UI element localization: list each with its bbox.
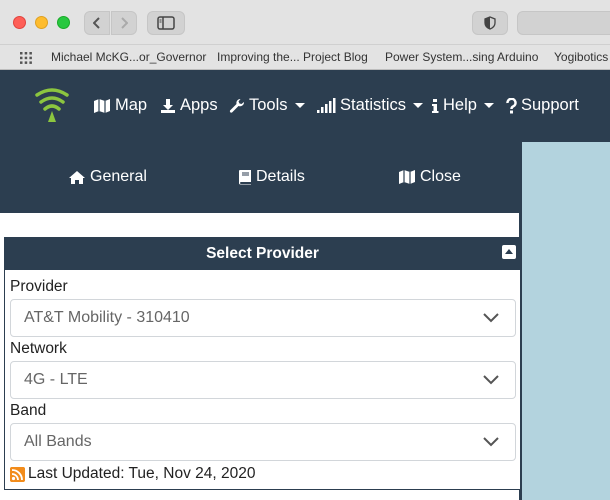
menu-help[interactable]: Help <box>431 96 494 115</box>
download-icon <box>161 98 175 113</box>
app-header: Map Apps Tools Statistics Help Support <box>0 70 610 142</box>
bookmark-link[interactable]: Michael McKG...or_Governor <box>51 50 206 64</box>
bookmarks-bar: Michael McKG...or_Governor Improving the… <box>0 44 610 70</box>
provider-value: AT&T Mobility - 310410 <box>24 309 190 326</box>
chevron-down-icon <box>483 103 494 108</box>
nav-general[interactable]: General <box>68 168 147 186</box>
last-updated: Last Updated: Tue, Nov 24, 2020 <box>10 465 256 483</box>
address-bar[interactable] <box>517 11 610 35</box>
last-updated-text: Last Updated: Tue, Nov 24, 2020 <box>28 465 256 482</box>
menu-apps-label: Apps <box>180 96 218 114</box>
browser-titlebar <box>0 0 610 44</box>
chevron-down-icon <box>483 375 499 385</box>
question-icon <box>506 97 517 113</box>
sidebar-toggle-button[interactable] <box>147 11 185 35</box>
close-window-button[interactable] <box>13 16 26 29</box>
menu-statistics[interactable]: Statistics <box>316 96 424 115</box>
provider-select[interactable]: AT&T Mobility - 310410 <box>10 299 516 337</box>
rss-icon[interactable] <box>10 466 25 482</box>
menu-map-label: Map <box>115 96 148 114</box>
home-icon <box>69 170 85 184</box>
band-label: Band <box>10 402 47 419</box>
panel-title: Select Provider <box>206 245 319 262</box>
info-icon <box>432 98 439 113</box>
chevron-right-icon <box>121 17 128 29</box>
nav-details-label: Details <box>256 168 305 185</box>
band-value: All Bands <box>24 433 92 450</box>
shield-icon <box>484 16 496 30</box>
map-icon <box>94 98 110 113</box>
network-label: Network <box>10 340 67 357</box>
network-value: 4G - LTE <box>24 371 88 388</box>
provider-label: Provider <box>10 278 68 295</box>
menu-tools[interactable]: Tools <box>229 96 305 115</box>
back-button[interactable] <box>84 11 110 35</box>
signal-bars-icon <box>317 97 336 113</box>
menu-map[interactable]: Map <box>93 96 147 115</box>
book-icon <box>239 170 251 185</box>
grid-icon[interactable] <box>19 51 33 65</box>
sidebar-icon <box>157 16 175 30</box>
nav-general-label: General <box>90 168 147 185</box>
signal-logo-icon[interactable] <box>33 86 71 126</box>
minimize-window-button[interactable] <box>35 16 48 29</box>
band-select[interactable]: All Bands <box>10 423 516 461</box>
map-view[interactable] <box>522 142 610 500</box>
details-nav: General Details Close <box>0 142 522 213</box>
menu-tools-label: Tools <box>249 96 288 114</box>
menu-support[interactable]: Support <box>506 96 579 115</box>
bookmark-link[interactable]: Improving the... Project Blog <box>217 50 368 64</box>
nav-details[interactable]: Details <box>238 168 305 186</box>
map-icon <box>399 170 415 184</box>
nav-close-label: Close <box>420 168 461 185</box>
select-provider-panel: Select Provider Provider AT&T Mobility -… <box>4 237 521 490</box>
network-select[interactable]: 4G - LTE <box>10 361 516 399</box>
menu-support-label: Support <box>521 96 579 114</box>
forward-button[interactable] <box>111 11 137 35</box>
collapse-panel-button[interactable] <box>502 245 516 259</box>
panel-header: Select Provider <box>5 238 520 270</box>
nav-close[interactable]: Close <box>398 168 461 186</box>
menu-statistics-label: Statistics <box>340 96 407 114</box>
chevron-down-icon <box>483 313 499 323</box>
bookmark-link[interactable]: Power System...sing Arduino <box>385 50 538 64</box>
wrench-icon <box>229 98 245 113</box>
chevron-left-icon <box>93 17 100 29</box>
menu-help-label: Help <box>443 96 477 114</box>
chevron-down-icon <box>483 437 499 447</box>
privacy-button[interactable] <box>472 11 508 35</box>
bookmark-link[interactable]: Yogibotics <box>554 50 608 64</box>
menu-apps[interactable]: Apps <box>160 96 218 115</box>
chevron-down-icon <box>413 103 424 108</box>
chevron-down-icon <box>294 103 305 108</box>
maximize-window-button[interactable] <box>57 16 70 29</box>
